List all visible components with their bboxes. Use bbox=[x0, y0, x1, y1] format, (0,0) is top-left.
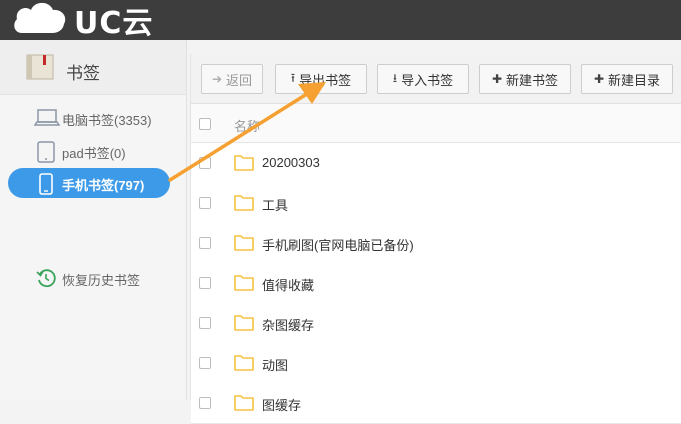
sidebar-title: 书签 bbox=[66, 64, 100, 83]
table-row[interactable]: 工具 bbox=[191, 183, 681, 224]
table-row[interactable]: 手机刷图(官网电脑已备份) bbox=[191, 223, 681, 264]
sidebar-item-pad-bookmarks[interactable]: pad书签(0) bbox=[8, 136, 170, 166]
folder-icon bbox=[234, 195, 254, 211]
row-checkbox[interactable] bbox=[199, 397, 211, 409]
row-checkbox[interactable] bbox=[199, 237, 211, 249]
table-row[interactable]: 杂图缓存 bbox=[191, 303, 681, 344]
table-row[interactable]: 动图 bbox=[191, 343, 681, 384]
folder-name: 手机刷图(官网电脑已备份) bbox=[262, 238, 414, 253]
table-header: 名称 bbox=[191, 104, 681, 143]
folder-name: 工具 bbox=[262, 198, 289, 213]
folder-name: 动图 bbox=[262, 358, 289, 373]
row-checkbox[interactable] bbox=[199, 157, 211, 169]
sidebar-item-phone-bookmarks[interactable]: 手机书签(797) bbox=[8, 168, 170, 198]
import-bookmarks-button[interactable]: ⭳ 导入书签 bbox=[377, 64, 469, 94]
export-bookmarks-button[interactable]: ⭱ 导出书签 bbox=[275, 64, 367, 94]
new-folder-button[interactable]: ✚ 新建目录 bbox=[581, 64, 673, 94]
export-button-label: 导出书签 bbox=[299, 72, 352, 88]
folder-name: 图缓存 bbox=[262, 398, 302, 413]
folder-icon bbox=[234, 275, 254, 291]
select-all-checkbox[interactable] bbox=[199, 118, 211, 130]
tablet-icon bbox=[37, 141, 55, 163]
top-bar: UC云 bbox=[0, 0, 681, 41]
laptop-icon bbox=[34, 109, 60, 126]
table-row[interactable]: 20200303 bbox=[191, 143, 681, 184]
folder-name: 杂图缓存 bbox=[262, 318, 315, 333]
row-checkbox[interactable] bbox=[199, 197, 211, 209]
upload-icon: ⭱ bbox=[290, 70, 296, 85]
row-checkbox[interactable] bbox=[199, 317, 211, 329]
sidebar-header: 书签 bbox=[0, 40, 186, 95]
table-row[interactable]: 图缓存 bbox=[191, 383, 681, 424]
new-folder-label: 新建目录 bbox=[608, 72, 661, 88]
sidebar-item-computer-bookmarks[interactable]: 电脑书签(3353) bbox=[8, 103, 170, 133]
sidebar-item-label: 电脑书签(3353) bbox=[62, 113, 152, 128]
sidebar-item-label: 手机书签(797) bbox=[62, 178, 145, 193]
folder-icon bbox=[234, 355, 254, 371]
folder-icon bbox=[234, 315, 254, 331]
back-button-label: 返回 bbox=[226, 72, 253, 88]
table-row[interactable]: 值得收藏 bbox=[191, 263, 681, 304]
new-bookmark-label: 新建书签 bbox=[506, 72, 559, 88]
bookmark-book-icon bbox=[26, 54, 54, 80]
back-button[interactable]: ➔ 返回 bbox=[201, 64, 263, 94]
phone-icon bbox=[39, 173, 53, 195]
column-header-name: 名称 bbox=[234, 119, 261, 134]
folder-name: 值得收藏 bbox=[262, 278, 315, 293]
row-checkbox[interactable] bbox=[199, 277, 211, 289]
row-checkbox[interactable] bbox=[199, 357, 211, 369]
folder-icon bbox=[234, 235, 254, 251]
folder-icon bbox=[234, 395, 254, 411]
plus-icon: ✚ bbox=[491, 72, 503, 86]
sidebar-item-label: pad书签(0) bbox=[62, 146, 126, 161]
toolbar: ➔ 返回 ⭱ 导出书签 ⭳ 导入书签 ✚ 新建书签 ✚ 新建目录 bbox=[191, 54, 681, 104]
sidebar: 书签 电脑书签(3353) pad书签(0) 手机书签(797) 恢复历史书签 bbox=[0, 40, 187, 400]
bookmark-panel: ➔ 返回 ⭱ 导出书签 ⭳ 导入书签 ✚ 新建书签 ✚ 新建目录 名称 2020… bbox=[190, 54, 681, 424]
arrow-left-icon: ➔ bbox=[211, 72, 223, 86]
folder-icon bbox=[234, 155, 254, 171]
folder-name: 20200303 bbox=[262, 155, 320, 170]
download-icon: ⭳ bbox=[392, 70, 398, 85]
cloud-logo-icon bbox=[14, 2, 66, 33]
import-button-label: 导入书签 bbox=[401, 72, 454, 88]
new-bookmark-button[interactable]: ✚ 新建书签 bbox=[479, 64, 571, 94]
plus-icon: ✚ bbox=[593, 72, 605, 86]
history-restore-icon bbox=[36, 269, 56, 288]
restore-history-label: 恢复历史书签 bbox=[62, 273, 141, 288]
app-logo-text: UC云 bbox=[74, 6, 154, 41]
